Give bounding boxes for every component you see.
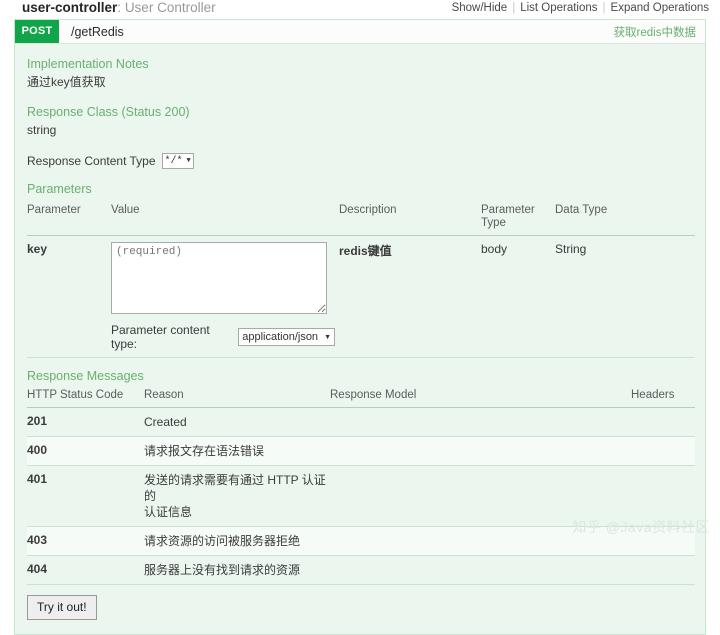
th-data-type: Data Type [555, 200, 695, 236]
th-description: Description [339, 200, 481, 236]
response-model [330, 436, 631, 466]
response-reason-line-2: 认证信息 [144, 505, 193, 519]
operation-summary[interactable]: 获取redis中数据 [614, 20, 705, 43]
table-row: 201 Created [27, 407, 695, 437]
list-operations-link[interactable]: List Operations [515, 2, 602, 14]
response-status-code: 401 [27, 465, 144, 527]
resource-subtitle: User Controller [124, 0, 216, 15]
th-value: Value [111, 200, 339, 236]
response-content-type-label: Response Content Type [27, 154, 156, 168]
chevron-down-icon: ▼ [186, 156, 191, 165]
response-model [330, 555, 631, 585]
th-parameter-type-line2: Type [481, 217, 506, 229]
response-class-label: Response Class (Status 200) [27, 105, 190, 119]
parameter-description: redis键值 [339, 235, 481, 358]
response-status-code: 400 [27, 436, 144, 466]
chevron-down-icon: ▼ [324, 333, 331, 341]
response-content-type-value: */* [164, 155, 183, 167]
response-status-code: 404 [27, 555, 144, 585]
th-reason: Reason [144, 385, 330, 408]
response-reason: 发送的请求需要有通过 HTTP 认证的 认证信息 [144, 465, 330, 527]
parameter-content-type-select[interactable]: application/json ▼ [238, 328, 335, 346]
response-headers [631, 436, 695, 466]
response-reason-line-1: 发送的请求需要有通过 HTTP 认证的 [144, 473, 326, 503]
table-row: 404 服务器上没有找到请求的资源 [27, 555, 695, 585]
resource-options: Show/Hide | List Operations | Expand Operati… [447, 1, 714, 16]
th-http-status-code: HTTP Status Code [27, 385, 144, 408]
response-headers [631, 407, 695, 437]
parameters-table: Parameter Value Description Parameter Ty… [27, 200, 695, 358]
table-row: 400 请求报文存在语法错误 [27, 436, 695, 466]
response-headers [631, 555, 695, 585]
th-parameter-type: Parameter Type [481, 200, 555, 236]
response-messages-table: HTTP Status Code Reason Response Model H… [27, 385, 695, 585]
parameter-content-type-value: application/json [242, 330, 319, 343]
th-parameter: Parameter [27, 200, 111, 236]
operation-header-bar[interactable]: POST /getRedis 获取redis中数据 [15, 20, 705, 44]
th-response-model: Response Model [330, 385, 631, 408]
response-reason: Created [144, 407, 330, 437]
response-messages-section: Response Messages [27, 368, 695, 384]
http-method-badge: POST [15, 20, 59, 43]
response-reason: 请求报文存在语法错误 [144, 436, 330, 466]
parameters-label: Parameters [27, 182, 92, 196]
response-reason-line-1: 请求资源的访问被服务器拒绝 [144, 534, 301, 548]
operation-body: Implementation Notes 通过key值获取 Response C… [15, 44, 705, 634]
resource-title-separator: : [117, 0, 122, 15]
show-hide-link[interactable]: Show/Hide [447, 2, 513, 14]
parameter-content-type-label: Parameter content type: [111, 323, 210, 351]
response-content-type-row: Response Content Type */* ▼ [27, 153, 695, 169]
operation-path[interactable]: /getRedis [59, 20, 614, 43]
th-headers: Headers [631, 385, 695, 408]
response-class-value: string [27, 123, 57, 137]
response-reason-line-1: 服务器上没有找到请求的资源 [144, 563, 301, 577]
parameters-section: Parameters [27, 181, 695, 197]
parameter-value-input[interactable] [111, 242, 327, 314]
resource-title[interactable]: user-controller: User Controller [22, 0, 216, 16]
parameter-type: body [481, 235, 555, 358]
response-content-type-select[interactable]: */* ▼ [161, 153, 194, 169]
parameter-name: key [27, 235, 111, 358]
parameter-content-type-row: Parameter content type: application/json… [111, 323, 335, 351]
expand-operations-link[interactable]: Expand Operations [606, 2, 714, 14]
parameters-table-header-row: Parameter Value Description Parameter Ty… [27, 200, 695, 236]
response-status-code: 201 [27, 407, 144, 437]
resource-header: user-controller: User Controller Show/Hi… [0, 0, 720, 18]
try-it-out-button[interactable]: Try it out! [27, 595, 97, 620]
watermark: 知乎 @Java资料社区 [572, 519, 710, 535]
response-reason: 服务器上没有找到请求的资源 [144, 555, 330, 585]
response-reason: 请求资源的访问被服务器拒绝 [144, 526, 330, 556]
resource-name: user-controller [22, 0, 118, 15]
implementation-notes-text: 通过key值获取 [27, 75, 106, 89]
response-reason-line-1: 请求报文存在语法错误 [144, 444, 265, 458]
implementation-notes-label: Implementation Notes [27, 57, 149, 71]
response-model [330, 407, 631, 437]
table-row: key Parameter content type: application/… [27, 235, 695, 358]
parameter-data-type: String [555, 235, 695, 358]
th-parameter-type-line1: Parameter [481, 204, 535, 216]
response-reason-line-1: Created [144, 415, 187, 429]
response-status-code: 403 [27, 526, 144, 556]
response-table-header-row: HTTP Status Code Reason Response Model H… [27, 385, 695, 408]
parameter-value-cell: Parameter content type: application/json… [111, 235, 339, 358]
response-messages-label: Response Messages [27, 369, 144, 383]
